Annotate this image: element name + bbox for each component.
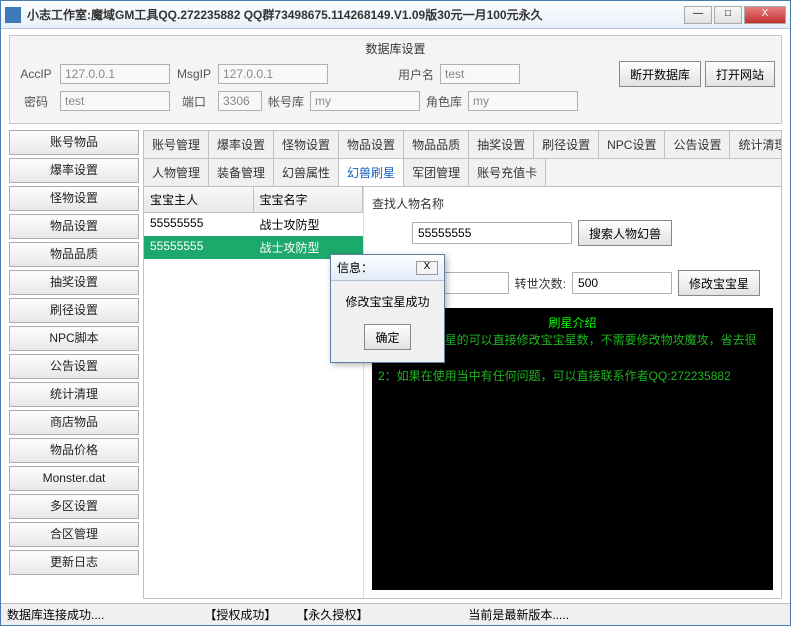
content-area: 账号管理爆率设置怪物设置物品设置物品品质抽奖设置刷径设置NPC设置公告设置统计清…	[143, 130, 782, 599]
tab-row-1: 账号管理爆率设置怪物设置物品设置物品品质抽奖设置刷径设置NPC设置公告设置统计清…	[144, 131, 781, 159]
user-label: 用户名	[396, 66, 436, 83]
open-site-button[interactable]: 打开网站	[705, 61, 775, 87]
sidebar-item-8[interactable]: 公告设置	[9, 354, 139, 379]
user-input[interactable]	[440, 64, 520, 84]
roledb-label: 角色库	[424, 93, 464, 110]
accip-input[interactable]	[60, 64, 170, 84]
msgip-label: MsgIP	[174, 67, 214, 81]
tab2-0[interactable]: 人物管理	[144, 159, 209, 186]
sidebar-item-4[interactable]: 物品品质	[9, 242, 139, 267]
status-auth: 【授权成功】	[204, 606, 276, 623]
sidebar-item-3[interactable]: 物品设置	[9, 214, 139, 239]
tab1-0[interactable]: 账号管理	[144, 131, 209, 158]
tab2-3[interactable]: 幻兽刷星	[339, 159, 404, 187]
sidebar-item-9[interactable]: 统计清理	[9, 382, 139, 407]
sidebar-item-15[interactable]: 更新日志	[9, 550, 139, 575]
status-bar: 数据库连接成功.... 【授权成功】 【永久授权】 当前是最新版本.....	[1, 603, 790, 625]
tab1-3[interactable]: 物品设置	[339, 131, 404, 158]
roledb-input[interactable]	[468, 91, 578, 111]
sidebar-item-0[interactable]: 账号物品	[9, 130, 139, 155]
search-button[interactable]: 搜索人物幻兽	[578, 220, 672, 246]
db-panel-title: 数据库设置	[16, 40, 775, 57]
tab-row-2: 人物管理装备管理幻兽属性幻兽刷星军团管理账号充值卡	[144, 159, 781, 187]
console-line: 2：如果在使用当中有任何问题，可以直接联系作者QQ:272235882	[378, 367, 767, 384]
titlebar[interactable]: 小志工作室:魔域GM工具QQ.272235882 QQ群73498675.114…	[1, 1, 790, 29]
tab2-5[interactable]: 账号充值卡	[469, 159, 546, 186]
tab2-1[interactable]: 装备管理	[209, 159, 274, 186]
minimize-button[interactable]: —	[684, 6, 712, 24]
sidebar-item-5[interactable]: 抽奖设置	[9, 270, 139, 295]
maximize-button[interactable]: □	[714, 6, 742, 24]
msgip-input[interactable]	[218, 64, 328, 84]
db-settings-area: 数据库设置 AccIP MsgIP 用户名 断开数据库 打开网站 密码 端口 帐…	[1, 29, 790, 130]
tab1-1[interactable]: 爆率设置	[209, 131, 274, 158]
sidebar-item-7[interactable]: NPC脚本	[9, 326, 139, 351]
reborn-input[interactable]	[572, 272, 672, 294]
pwd-label: 密码	[16, 93, 56, 110]
sidebar-item-14[interactable]: 合区管理	[9, 522, 139, 547]
table-row[interactable]: 55555555战士攻防型	[144, 213, 363, 236]
right-pane: 查找人物名称 搜索人物幻兽 星 级: 转世次数: 修改宝宝星	[364, 187, 781, 598]
accdb-input[interactable]	[310, 91, 420, 111]
tab1-4[interactable]: 物品品质	[404, 131, 469, 158]
dialog-ok-button[interactable]: 确定	[364, 324, 410, 350]
tab1-9[interactable]: 统计清理	[730, 131, 781, 158]
tab1-2[interactable]: 怪物设置	[274, 131, 339, 158]
tab1-8[interactable]: 公告设置	[665, 131, 730, 158]
grid-head-owner: 宝宝主人	[144, 187, 254, 212]
disconnect-button[interactable]: 断开数据库	[619, 61, 701, 87]
app-icon	[5, 7, 21, 23]
sidebar-item-11[interactable]: 物品价格	[9, 438, 139, 463]
close-button[interactable]: X	[744, 6, 786, 24]
tab2-2[interactable]: 幻兽属性	[274, 159, 339, 186]
window-title: 小志工作室:魔域GM工具QQ.272235882 QQ群73498675.114…	[27, 6, 684, 23]
dialog-message: 修改宝宝星成功	[339, 293, 436, 310]
pwd-input[interactable]	[60, 91, 170, 111]
find-label: 查找人物名称	[372, 195, 444, 212]
dialog-close-icon[interactable]: X	[416, 261, 438, 275]
dialog-title: 信息：	[337, 259, 373, 276]
sidebar-item-2[interactable]: 怪物设置	[9, 186, 139, 211]
tab1-5[interactable]: 抽奖设置	[469, 131, 534, 158]
sidebar-item-10[interactable]: 商店物品	[9, 410, 139, 435]
sidebar: 账号物品爆率设置怪物设置物品设置物品品质抽奖设置刷径设置 NPC脚本公告设置统计清…	[9, 130, 139, 599]
port-input[interactable]	[218, 91, 262, 111]
status-version: 当前是最新版本.....	[468, 606, 569, 623]
sidebar-item-12[interactable]: Monster.dat	[9, 466, 139, 491]
sidebar-item-13[interactable]: 多区设置	[9, 494, 139, 519]
sidebar-item-6[interactable]: 刷径设置	[9, 298, 139, 323]
tab1-7[interactable]: NPC设置	[599, 131, 665, 158]
sidebar-item-1[interactable]: 爆率设置	[9, 158, 139, 183]
info-dialog: 信息： X 修改宝宝星成功 确定	[330, 254, 445, 363]
tab1-6[interactable]: 刷径设置	[534, 131, 599, 158]
find-input[interactable]	[412, 222, 572, 244]
port-label: 端口	[174, 93, 214, 110]
grid-head-name: 宝宝名字	[254, 187, 364, 212]
accip-label: AccIP	[16, 67, 56, 81]
status-license: 【永久授权】	[296, 606, 368, 623]
status-db: 数据库连接成功....	[7, 606, 104, 623]
reborn-label: 转世次数:	[515, 275, 566, 292]
tab2-4[interactable]: 军团管理	[404, 159, 469, 186]
pet-grid: 宝宝主人 宝宝名字 55555555战士攻防型55555555战士攻防型	[144, 187, 364, 598]
accdb-label: 帐号库	[266, 93, 306, 110]
modify-star-button[interactable]: 修改宝宝星	[678, 270, 760, 296]
